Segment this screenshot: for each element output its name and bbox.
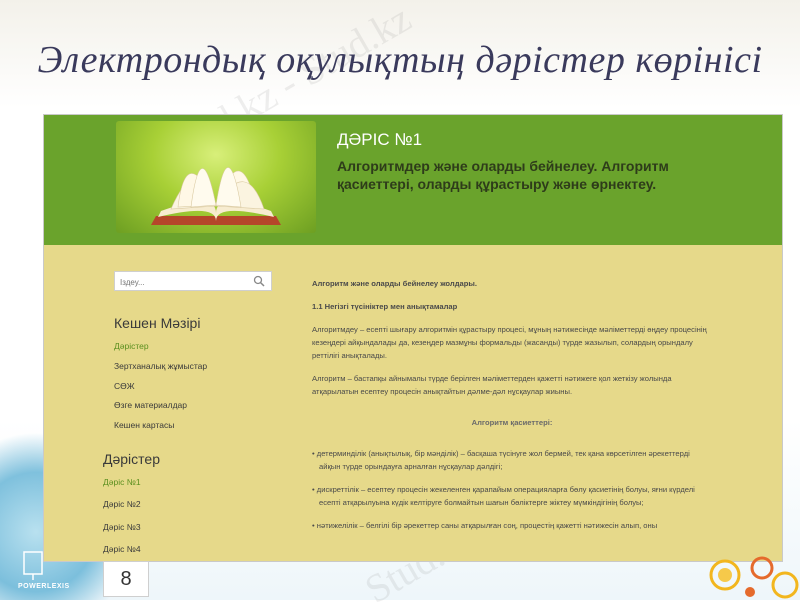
menu-item-course-map[interactable]: Кешен картасы [114, 418, 207, 438]
bullet-text: дискреттілік – есептеу процесін жекеленг… [316, 485, 695, 507]
lecture-link-4[interactable]: Дәріс №4 [103, 542, 141, 561]
lesson-number: ДӘРІС №1 [337, 130, 423, 149]
properties-heading: Алгоритм қасиеттері: [471, 418, 553, 427]
menu-list: Дәрістер Зертханалық жұмыстар СӨЖ Өзге м… [114, 339, 207, 438]
search-box [114, 271, 272, 291]
lectures-heading: Дәрістер [103, 451, 160, 467]
content-bullet: • дискреттілік – есептеу процесін жекеле… [312, 485, 695, 507]
menu-item-other-materials[interactable]: Өзге материалдар [114, 398, 207, 418]
logo-text: POWERLEXIS [18, 583, 70, 590]
lectures-list: Дәріс №1 Дәріс №2 Дәріс №3 Дәріс №4 [103, 475, 141, 561]
lecture-link-1[interactable]: Дәріс №1 [103, 475, 141, 497]
lecture-content: Алгоритм және оларды бейнелеу жолдары. 1… [312, 277, 712, 542]
lecture-link-3[interactable]: Дәріс №3 [103, 520, 141, 542]
book-image [116, 121, 316, 233]
lesson-header: ДӘРІС №1 Алгоритмдер және оларды бейнеле… [44, 115, 782, 245]
menu-item-labs[interactable]: Зертханалық жұмыстар [114, 359, 207, 379]
bullet-text: нәтижелілік – белгілі бір әрекеттер саны… [316, 521, 658, 530]
menu-item-lectures[interactable]: Дәрістер [114, 339, 207, 359]
search-input[interactable] [115, 274, 245, 291]
content-subheading: 1.1 Негізгі түсініктер мен анықтамалар [312, 302, 458, 311]
bullet-text: детерминділік (анықтылық, бір мәнділік) … [316, 449, 690, 471]
content-bullet: • нәтижелілік – белгілі бір әрекеттер са… [312, 521, 658, 530]
content-bullet: • детерминділік (анықтылық, бір мәнділік… [312, 449, 690, 471]
screenshot-frame: ДӘРІС №1 Алгоритмдер және оларды бейнеле… [43, 114, 783, 562]
content-heading: Алгоритм және оларды бейнелеу жолдары. [312, 279, 477, 288]
content-paragraph: Алгоритмдеу – есепті шығару алгоритмін қ… [312, 325, 707, 360]
search-icon[interactable] [253, 275, 265, 287]
slide-title: Электрондық оқулықтың дәрістер көрінісі [37, 39, 763, 81]
lecture-link-2[interactable]: Дәріс №2 [103, 497, 141, 519]
menu-heading: Кешен Мәзірі [114, 315, 201, 331]
corner-decoration [709, 556, 799, 599]
lesson-title: Алгоритмдер және оларды бейнелеу. Алгори… [337, 158, 669, 192]
menu-item-srs[interactable]: СӨЖ [114, 379, 207, 399]
page-number: 8 [103, 561, 149, 597]
content-paragraph: Алгоритм – бастапқы айнымалы түрде беріл… [312, 374, 672, 396]
